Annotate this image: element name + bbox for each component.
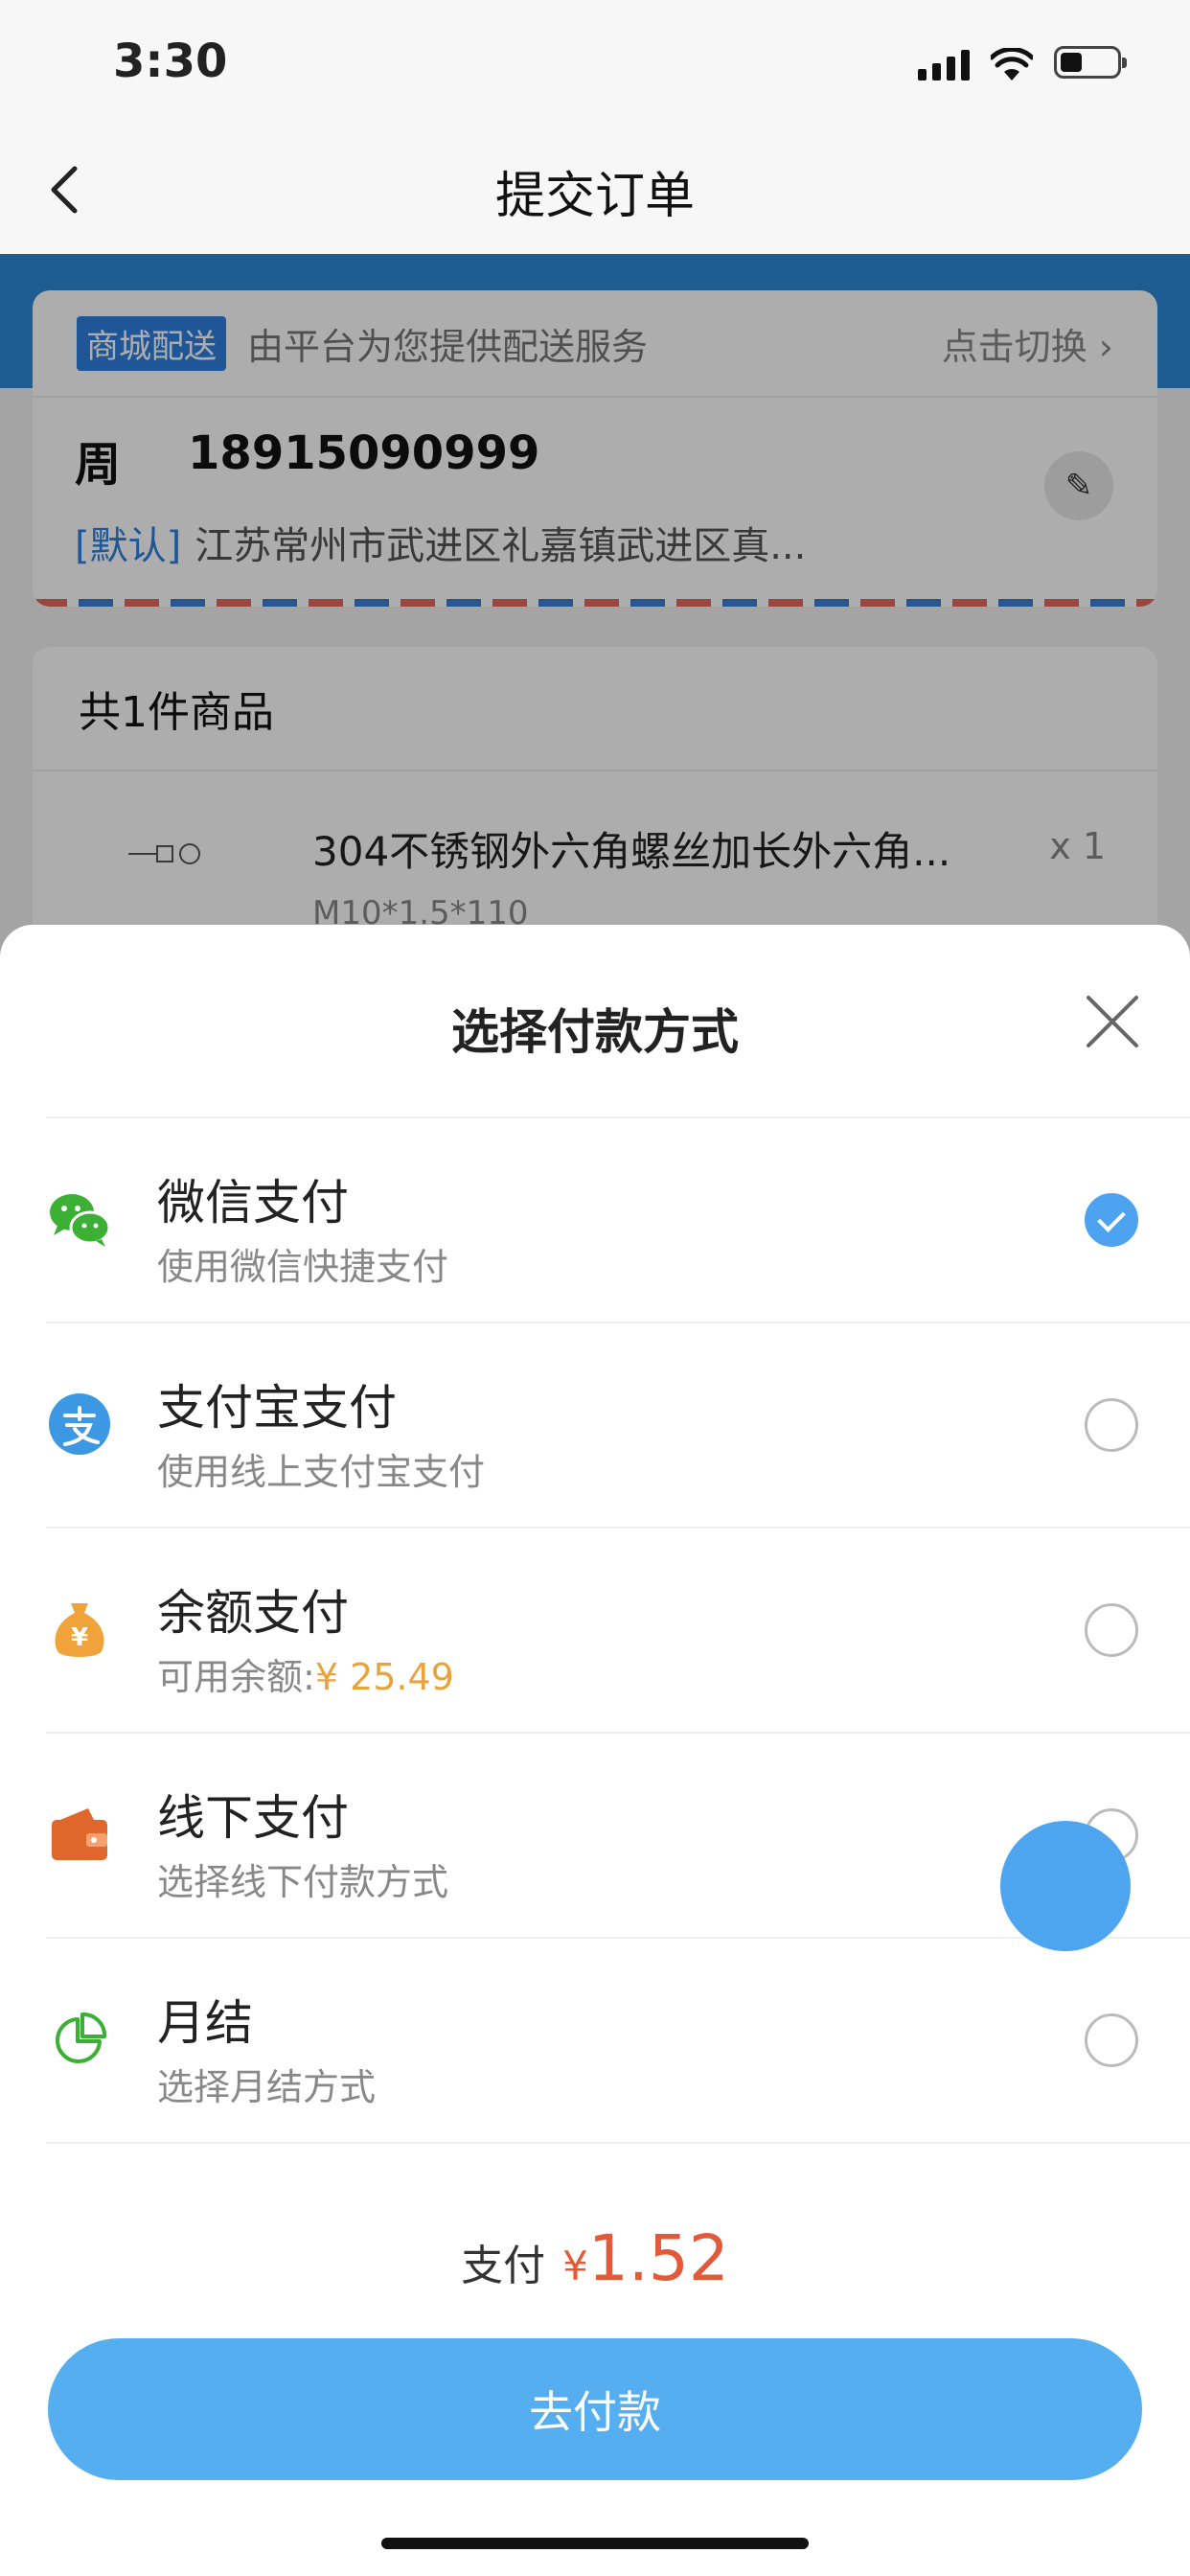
currency-symbol: ¥ (562, 2242, 588, 2289)
payment-option-wechat[interactable]: 微信支付 使用微信快捷支付 (46, 1118, 1190, 1323)
balance-amount: ¥ 25.49 (314, 1656, 454, 1698)
radio-unselected[interactable] (1085, 2013, 1138, 2067)
wechat-icon (50, 1194, 111, 1247)
payment-desc: 使用微信快捷支付 (157, 1246, 449, 1288)
payment-option-alipay[interactable]: 支付宝支付 使用线上支付宝支付 (46, 1323, 1190, 1529)
radio-unselected[interactable] (1085, 1603, 1138, 1657)
payment-desc: 可用余额:¥ 25.49 (157, 1647, 454, 1700)
payment-desc: 选择线下付款方式 (157, 1861, 449, 1903)
payment-method-list: 微信支付 使用微信快捷支付 支付宝支付 使用线上支付宝支付 ¥ 余额支付 可用余… (0, 1118, 1190, 2144)
alipay-icon (49, 1393, 110, 1455)
payment-total: 支付 ¥1.52 (0, 2221, 1190, 2295)
payment-desc: 使用线上支付宝支付 (157, 1451, 486, 1493)
total-amount: 1.52 (587, 2221, 729, 2295)
pie-chart-icon (56, 2012, 107, 2063)
radio-selected[interactable] (1085, 1193, 1138, 1247)
wifi-icon (991, 48, 1033, 80)
sheet-title: 选择付款方式 (451, 1004, 739, 1060)
payment-sheet: 选择付款方式 微信支付 使用微信快捷支付 支付宝支付 使用线上支付宝支付 ¥ 余… (0, 925, 1190, 2576)
battery-icon (1054, 46, 1127, 79)
payment-label: 支付宝支付 (157, 1380, 397, 1436)
balance-label: 可用余额: (157, 1656, 315, 1698)
payment-label: 微信支付 (157, 1175, 349, 1230)
home-indicator (381, 2538, 809, 2549)
pay-now-button[interactable]: 去付款 (48, 2338, 1142, 2480)
status-bar: 3:30 (0, 0, 1190, 134)
svg-text:¥: ¥ (71, 1623, 88, 1652)
payment-label: 余额支付 (157, 1585, 349, 1641)
payment-desc: 选择月结方式 (157, 2066, 377, 2108)
payment-option-balance[interactable]: ¥ 余额支付 可用余额:¥ 25.49 (46, 1529, 1190, 1734)
payment-label: 线下支付 (157, 1790, 349, 1846)
payment-label: 月结 (157, 1995, 253, 2051)
money-bag-icon: ¥ (55, 1603, 104, 1657)
wallet-icon (52, 1808, 107, 1860)
page-title: 提交订单 (494, 168, 695, 225)
payment-option-monthly[interactable]: 月结 选择月结方式 (46, 1939, 1190, 2144)
signal-icon (918, 50, 970, 80)
status-time: 3:30 (113, 34, 228, 88)
nav-bar: 提交订单 (0, 134, 1190, 254)
total-label: 支付 (461, 2242, 546, 2290)
close-icon[interactable] (1083, 992, 1142, 1051)
radio-unselected[interactable] (1085, 1398, 1138, 1452)
floating-assistive-button[interactable] (1000, 1821, 1131, 1951)
